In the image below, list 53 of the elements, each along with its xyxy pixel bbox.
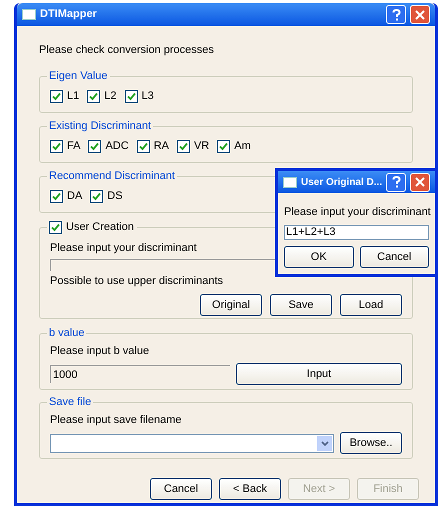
- checkbox[interactable]: [124, 90, 138, 102]
- prompt-text: Please input your discriminant: [284, 206, 431, 218]
- checkbox[interactable]: [50, 140, 63, 152]
- checkbox-label: ADC: [105, 140, 129, 152]
- checkbox-label: FA: [67, 140, 80, 152]
- button[interactable]: Load: [340, 294, 402, 316]
- input-field[interactable]: 1000: [50, 365, 230, 383]
- window-icon: [22, 9, 36, 20]
- checkbox[interactable]: [87, 90, 100, 102]
- checkbox[interactable]: [136, 140, 150, 152]
- checkbox-label: DA: [67, 190, 82, 202]
- dropdown-field[interactable]: [50, 434, 334, 452]
- checkbox-label: RA: [154, 140, 169, 152]
- checkbox[interactable]: [217, 140, 230, 152]
- checkbox-label: L2: [104, 90, 116, 102]
- checkbox-label: L3: [142, 90, 154, 102]
- window-title: DTIMapper: [40, 7, 98, 22]
- help-icon: [392, 8, 400, 20]
- close-icon: [415, 10, 425, 20]
- checkbox[interactable]: [88, 140, 102, 152]
- checkbox[interactable]: [176, 140, 190, 152]
- prompt-text: Please input your discriminant: [50, 242, 197, 254]
- button[interactable]: Browse..: [340, 432, 402, 454]
- button[interactable]: Cancel: [360, 246, 429, 268]
- checkbox-label: VR: [194, 140, 210, 152]
- checkbox[interactable]: [49, 221, 62, 234]
- checkbox-label: Am: [234, 140, 251, 152]
- checkbox[interactable]: [50, 190, 63, 202]
- help-button[interactable]: [386, 172, 406, 192]
- button[interactable]: OK: [284, 246, 354, 268]
- close-icon: [415, 177, 426, 187]
- input-field[interactable]: L1+L2+L3: [284, 225, 429, 240]
- button[interactable]: Input: [236, 363, 402, 385]
- button[interactable]: < Back: [219, 478, 281, 500]
- window-icon: [283, 176, 297, 188]
- window-title: User Original D...: [300, 176, 382, 190]
- checkbox-label: DS: [107, 190, 123, 202]
- checkbox[interactable]: [50, 90, 63, 102]
- group-title: Eigen Value: [47, 70, 110, 83]
- help-icon: [392, 176, 401, 188]
- button[interactable]: Original: [200, 294, 262, 316]
- checkbox-label: L1: [67, 90, 80, 102]
- instruction-text: Please check conversion processes: [39, 44, 214, 56]
- checkbox[interactable]: [90, 190, 104, 202]
- hint-text: Possible to use upper discriminants: [50, 275, 224, 287]
- help-button[interactable]: [386, 5, 406, 24]
- prompt-text: Please input save filename: [50, 414, 182, 426]
- close-button[interactable]: [410, 5, 430, 24]
- button[interactable]: Cancel: [150, 478, 212, 500]
- group-title: Existing Discriminant: [47, 120, 154, 133]
- close-button[interactable]: [410, 172, 430, 192]
- prompt-text: Please input b value: [50, 345, 150, 357]
- button[interactable]: Save: [270, 294, 332, 316]
